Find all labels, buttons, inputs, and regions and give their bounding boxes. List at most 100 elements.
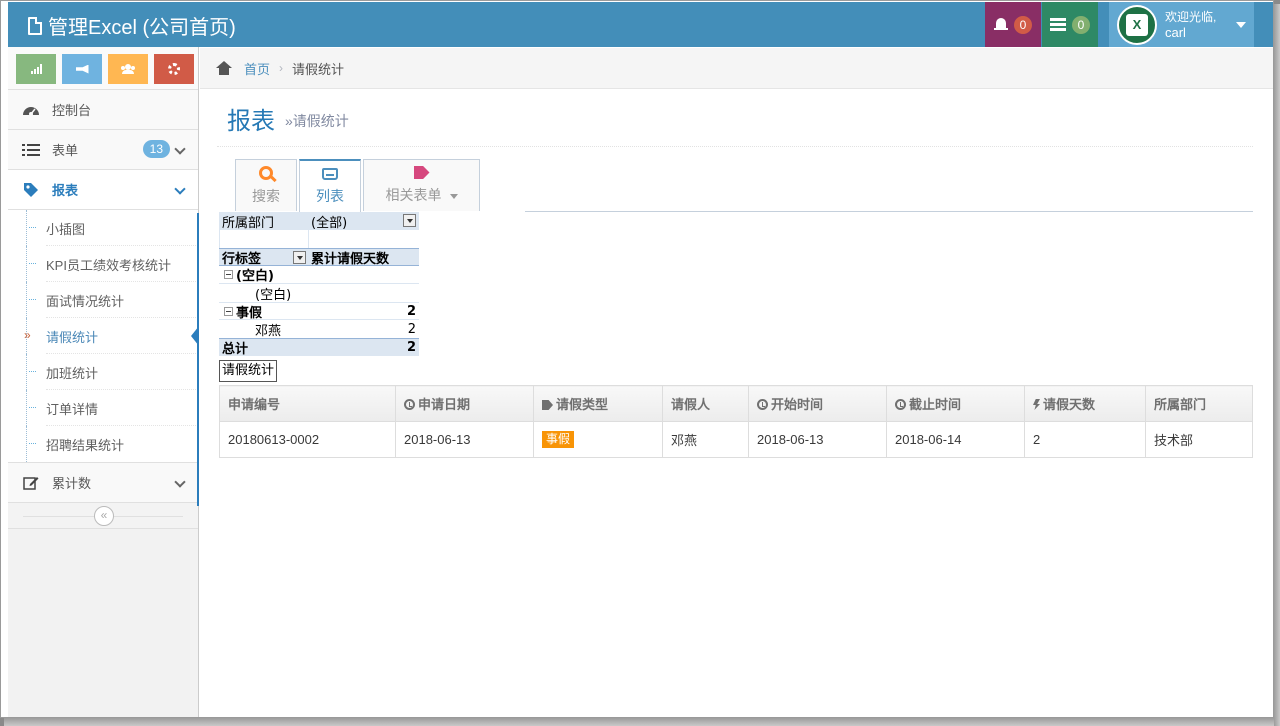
table-row[interactable]: 20180613-0002 2018-06-13 事假 邓燕 2018-06-1… bbox=[219, 421, 1253, 458]
submenu-item[interactable]: 加班统计 bbox=[8, 354, 198, 390]
dashboard-icon bbox=[21, 102, 41, 118]
pivot-blank-row bbox=[219, 230, 419, 248]
pivot-sheet-label: 请假统计 bbox=[219, 360, 278, 382]
page-header: 报表 »请假统计 bbox=[217, 90, 1253, 147]
excel-icon: X bbox=[1126, 13, 1148, 36]
breadcrumb-separator-icon: › bbox=[279, 61, 284, 75]
tab-related-forms[interactable]: 相关表单 bbox=[363, 159, 480, 211]
tab-label: 搜索 bbox=[252, 187, 280, 204]
submenu-label: KPI员工绩效考核统计 bbox=[46, 257, 171, 273]
tasks-count: 0 bbox=[1072, 15, 1090, 34]
sidebar-item-dashboard[interactable]: 控制台 bbox=[8, 90, 198, 130]
pivot-row-dropdown[interactable] bbox=[293, 251, 306, 264]
welcome-text: 欢迎光临, bbox=[1165, 9, 1217, 24]
edit-icon bbox=[21, 475, 41, 491]
home-icon bbox=[216, 61, 232, 75]
column-header[interactable]: 截止时间 bbox=[886, 385, 1025, 422]
pivot-header-row: 行标签 累计请假天数 bbox=[219, 248, 419, 267]
page-subtitle: »请假统计 bbox=[285, 113, 349, 129]
table-header-row: 申请编号 申请日期 请假类型 请假人 开始时间 截止时间 请假天数 所属部门 bbox=[219, 385, 1253, 422]
column-header-label: 开始时间 bbox=[771, 397, 824, 412]
notifications-button[interactable]: 0 bbox=[985, 2, 1041, 47]
cell-start-time: 2018-06-13 bbox=[748, 421, 887, 458]
caret-down-icon bbox=[449, 193, 458, 199]
column-header-label: 请假人 bbox=[671, 397, 711, 412]
cell-leave-days: 2 bbox=[1024, 421, 1146, 458]
pivot-group-value: 2 bbox=[406, 303, 416, 319]
brand-title: 管理Excel (公司首页) bbox=[48, 17, 236, 39]
inbox-icon bbox=[322, 167, 338, 180]
column-header[interactable]: 开始时间 bbox=[748, 385, 887, 422]
shortcut-settings-button[interactable] bbox=[154, 54, 194, 84]
shortcut-announce-button[interactable] bbox=[62, 54, 102, 84]
tag-icon bbox=[21, 182, 41, 198]
user-menu[interactable]: X 欢迎光临, carl bbox=[1109, 2, 1254, 47]
column-header[interactable]: 申请日期 bbox=[395, 385, 534, 422]
column-header[interactable]: 所属部门 bbox=[1145, 385, 1253, 422]
clock-icon bbox=[757, 399, 768, 410]
column-header[interactable]: 请假人 bbox=[662, 385, 749, 422]
tasks-button[interactable]: 0 bbox=[1042, 2, 1098, 47]
pivot-value-label: 累计请假天数 bbox=[311, 251, 390, 267]
tab-label: 列表 bbox=[316, 187, 344, 204]
double-angle-right-icon: » bbox=[24, 328, 31, 342]
pivot-total-value: 2 bbox=[406, 340, 416, 355]
column-header-label: 申请日期 bbox=[418, 397, 471, 412]
collapse-sidebar-button[interactable]: « bbox=[94, 506, 114, 526]
submenu-item-current[interactable]: » 请假统计 bbox=[8, 318, 199, 354]
collapse-icon[interactable] bbox=[224, 270, 233, 279]
submenu-label: 小插图 bbox=[46, 221, 86, 237]
submenu-item[interactable]: 小插图 bbox=[8, 210, 198, 246]
bullhorn-icon bbox=[75, 64, 89, 74]
tab-label: 相关表单 bbox=[385, 187, 442, 203]
submenu-item[interactable]: 面试情况统计 bbox=[8, 282, 198, 318]
column-header-label: 申请编号 bbox=[228, 397, 281, 412]
app-window: 管理Excel (公司首页) 0 0 X 欢迎光临, carl 控制台 表单 1… bbox=[0, 0, 1274, 718]
sidebar-item-reports[interactable]: 报表 bbox=[8, 170, 198, 210]
pivot-filter-dropdown[interactable] bbox=[403, 214, 416, 227]
submenu-item[interactable]: 订单详情 bbox=[8, 390, 198, 426]
shortcut-users-button[interactable] bbox=[108, 54, 148, 84]
sidebar-item-forms[interactable]: 表单 13 bbox=[8, 130, 198, 170]
pivot-item-label: 邓燕 bbox=[255, 323, 282, 339]
sidebar: 控制台 表单 13 报表 小插图 KPI员工绩效考核统计 面试情况统计 » 请假统… bbox=[8, 47, 199, 717]
reports-submenu: 小插图 KPI员工绩效考核统计 面试情况统计 » 请假统计 加班统计 订单详情 招… bbox=[8, 210, 199, 463]
column-header[interactable]: 请假天数 bbox=[1024, 385, 1146, 422]
user-info: 欢迎光临, carl bbox=[1165, 10, 1216, 40]
chevron-down-icon bbox=[174, 143, 186, 155]
cell-end-time: 2018-06-14 bbox=[886, 421, 1025, 458]
sidebar-item-label: 表单 bbox=[52, 143, 79, 158]
chevron-down-icon bbox=[174, 476, 186, 488]
column-header[interactable]: 请假类型 bbox=[533, 385, 663, 422]
tab-search[interactable]: 搜索 bbox=[235, 159, 297, 211]
tasks-icon bbox=[1050, 18, 1066, 31]
pivot-row-label: 行标签 bbox=[222, 251, 262, 267]
tab-list[interactable]: 列表 bbox=[299, 159, 361, 212]
file-icon bbox=[28, 16, 42, 35]
submenu-item[interactable]: 招聘结果统计 bbox=[8, 426, 198, 462]
users-icon bbox=[121, 64, 135, 74]
pivot-total-row: 总计 2 bbox=[219, 338, 419, 357]
sidebar-item-label: 控制台 bbox=[52, 103, 92, 118]
collapse-icon[interactable] bbox=[224, 306, 233, 316]
page-title: 报表 bbox=[227, 107, 275, 135]
breadcrumb-current: 请假统计 bbox=[292, 61, 345, 77]
column-header-label: 截止时间 bbox=[909, 397, 962, 412]
column-header[interactable]: 申请编号 bbox=[219, 385, 396, 422]
cell-applicant: 邓燕 bbox=[662, 421, 749, 458]
bolt-icon bbox=[1033, 399, 1040, 410]
window-shadow bbox=[1274, 4, 1280, 726]
brand[interactable]: 管理Excel (公司首页) bbox=[28, 11, 236, 40]
cell-application-id: 20180613-0002 bbox=[219, 421, 396, 458]
tabs-divider bbox=[525, 211, 1253, 212]
breadcrumb-home-link[interactable]: 首页 bbox=[244, 59, 270, 78]
search-icon bbox=[259, 165, 273, 180]
sidebar-collapse: « bbox=[8, 503, 198, 529]
sidebar-item-label: 累计数 bbox=[52, 476, 92, 491]
pivot-filter-row: 所属部门 (全部) bbox=[219, 212, 419, 231]
pivot-item-row: (空白) bbox=[219, 284, 419, 303]
shortcut-stats-button[interactable] bbox=[16, 54, 56, 84]
pivot-table: 所属部门 (全部) 行标签 累计请假天数 (空白) (空白) 事假 2 邓燕 2 bbox=[219, 212, 419, 357]
submenu-item[interactable]: KPI员工绩效考核统计 bbox=[8, 246, 198, 282]
sidebar-item-cumulative[interactable]: 累计数 bbox=[8, 463, 198, 503]
